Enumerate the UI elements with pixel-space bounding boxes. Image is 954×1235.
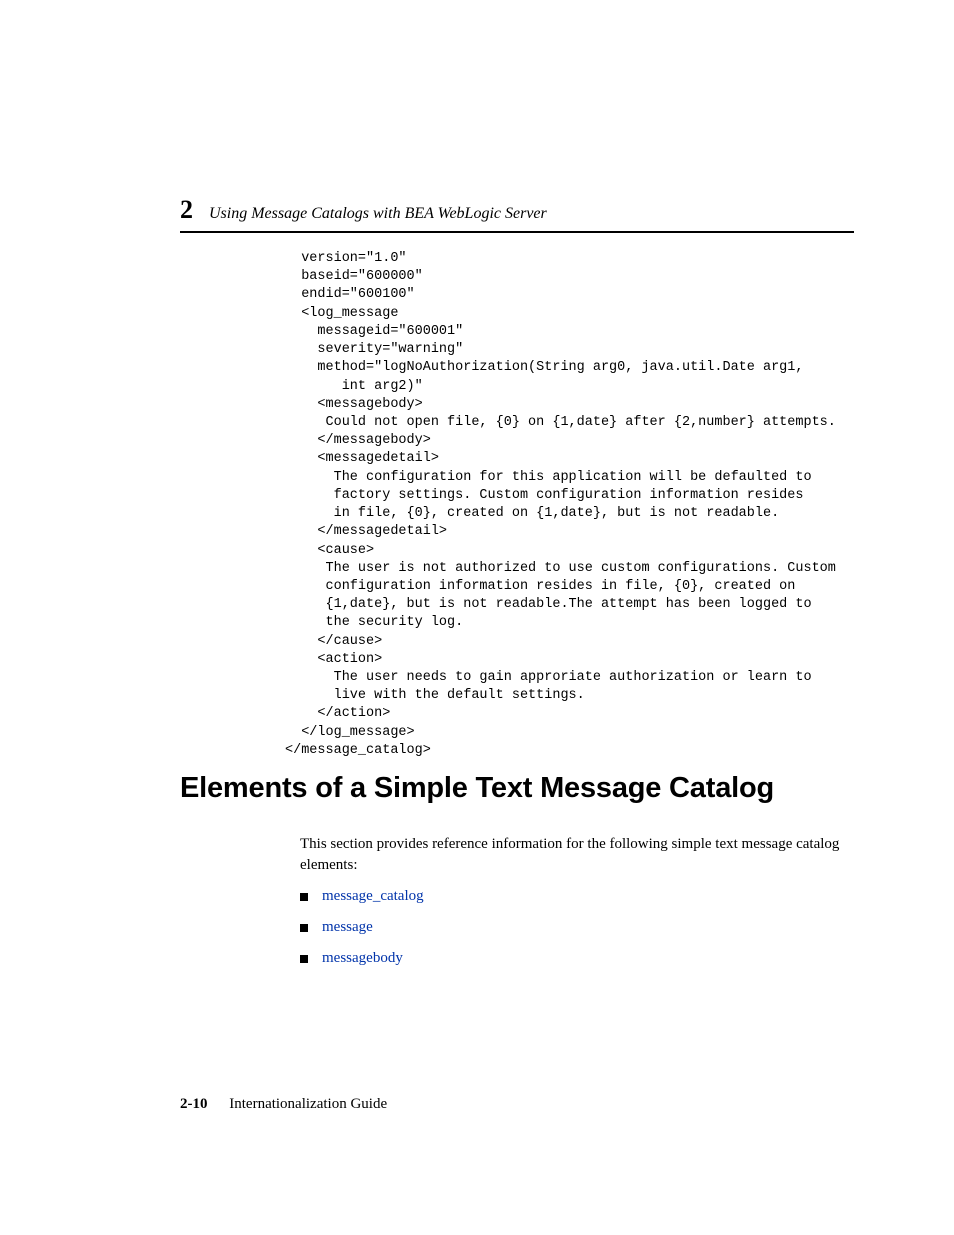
square-bullet-icon (300, 924, 308, 932)
square-bullet-icon (300, 955, 308, 963)
list-item: message (300, 919, 844, 936)
link-message[interactable]: message (322, 919, 373, 936)
chapter-title: Using Message Catalogs with BEA WebLogic… (209, 205, 547, 223)
link-messagebody[interactable]: messagebody (322, 950, 403, 967)
page-header: 2 Using Message Catalogs with BEA WebLog… (180, 195, 854, 233)
list-item: message_catalog (300, 888, 844, 905)
footer-title: Internationalization Guide (229, 1096, 387, 1112)
list-item: messagebody (300, 950, 844, 967)
code-sample: version="1.0" baseid="600000" endid="600… (285, 250, 854, 760)
chapter-number: 2 (180, 195, 193, 225)
page-number: 2-10 (180, 1096, 208, 1112)
section-heading: Elements of a Simple Text Message Catalo… (180, 772, 774, 805)
link-list: message_catalog message messagebody (300, 888, 844, 981)
page-footer: 2-10 Internationalization Guide (180, 1096, 387, 1113)
square-bullet-icon (300, 893, 308, 901)
section-intro: This section provides reference informat… (300, 834, 844, 876)
header-rule (180, 231, 854, 233)
link-message-catalog[interactable]: message_catalog (322, 888, 424, 905)
